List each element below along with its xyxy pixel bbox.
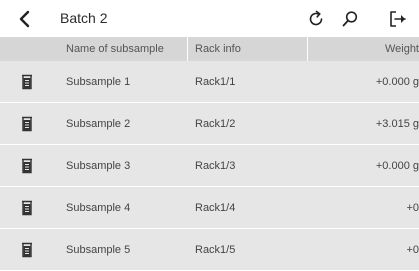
back-chevron-icon	[19, 10, 30, 28]
beaker-icon	[22, 116, 32, 132]
back-button[interactable]	[14, 8, 34, 30]
table-row[interactable]: Subsample 2 Rack1/2 +3.015 g	[0, 103, 419, 145]
weight-value: +0	[406, 202, 419, 214]
search-icon	[342, 11, 358, 27]
beaker-icon	[22, 242, 32, 258]
rack-info: Rack1/2	[195, 118, 236, 130]
subsample-name: Subsample 5	[66, 244, 131, 256]
table-row[interactable]: Subsample 1 Rack1/1 +0.000 g	[0, 61, 419, 103]
column-divider	[187, 37, 188, 61]
rack-info: Rack1/4	[195, 202, 236, 214]
rack-info: Rack1/5	[195, 244, 236, 256]
weight-value: +0	[406, 244, 419, 256]
table-row[interactable]: Subsample 5 Rack1/5 +0	[0, 229, 419, 271]
refresh-icon	[309, 10, 323, 26]
beaker-icon	[22, 200, 32, 216]
page-title: Batch 2	[60, 10, 108, 26]
logout-button[interactable]	[387, 8, 409, 30]
search-button[interactable]	[339, 8, 361, 30]
subsample-name: Subsample 3	[66, 160, 131, 172]
logout-icon	[390, 11, 406, 27]
column-divider	[307, 37, 308, 61]
weight-value: +0.000 g	[375, 160, 419, 172]
subsample-name: Subsample 1	[66, 76, 131, 88]
table-row[interactable]: Subsample 4 Rack1/4 +0	[0, 187, 419, 229]
top-bar: Batch 2	[0, 0, 419, 37]
column-header-rack[interactable]: Rack info	[195, 43, 241, 55]
refresh-button[interactable]	[305, 8, 327, 30]
column-header-name[interactable]: Name of subsample	[66, 43, 164, 55]
subsample-name: Subsample 4	[66, 202, 131, 214]
table-header: Name of subsample Rack info Weight	[0, 37, 419, 61]
subsample-table: Subsample 1 Rack1/1 +0.000 g Subsample 2…	[0, 61, 419, 271]
weight-value: +0.000 g	[375, 76, 419, 88]
subsample-name: Subsample 2	[66, 118, 131, 130]
rack-info: Rack1/3	[195, 160, 236, 172]
rack-info: Rack1/1	[195, 76, 236, 88]
beaker-icon	[22, 158, 32, 174]
weight-value: +3.015 g	[375, 118, 419, 130]
beaker-icon	[22, 74, 32, 90]
column-header-weight[interactable]: Weight	[385, 43, 419, 55]
table-row[interactable]: Subsample 3 Rack1/3 +0.000 g	[0, 145, 419, 187]
